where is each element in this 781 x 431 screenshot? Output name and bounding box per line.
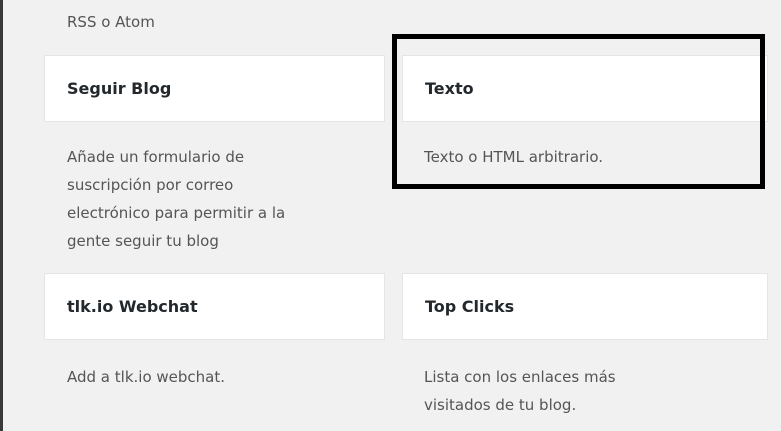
widget-tlkio-webchat-description: Add a tlk.io webchat.	[67, 368, 225, 386]
widget-seguir-blog-description: Añade un formulario de suscripción por c…	[67, 148, 286, 250]
widget-texto[interactable]: Texto	[402, 55, 768, 122]
widget-description-previous: RSS o Atom	[67, 13, 155, 31]
widget-top-clicks-description: Lista con los enlaces más visitados de t…	[424, 368, 616, 414]
widget-top-clicks[interactable]: Top Clicks	[402, 273, 768, 340]
left-divider	[0, 0, 3, 431]
widget-tlkio-webchat[interactable]: tlk.io Webchat	[44, 273, 385, 340]
widget-seguir-blog[interactable]: Seguir Blog	[44, 55, 385, 122]
widget-texto-description: Texto o HTML arbitrario.	[424, 148, 604, 166]
